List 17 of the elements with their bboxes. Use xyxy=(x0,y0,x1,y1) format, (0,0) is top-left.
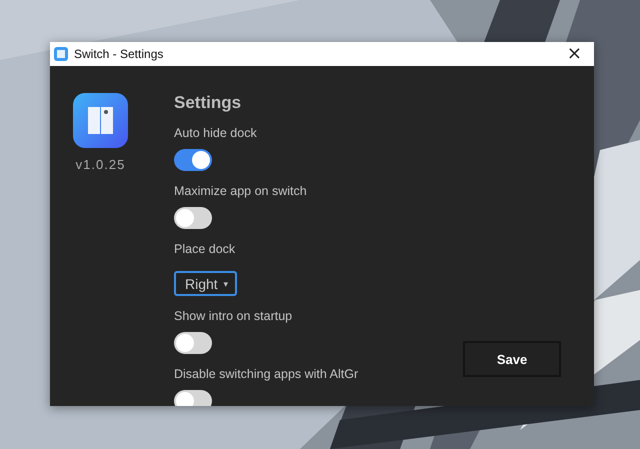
toggle-switch[interactable] xyxy=(174,149,212,171)
close-button[interactable]: × xyxy=(560,45,588,63)
window-title: Switch - Settings xyxy=(74,47,164,61)
toggle-switch[interactable] xyxy=(174,390,212,406)
dock-select[interactable]: Right ▾ xyxy=(174,271,237,296)
save-button[interactable]: Save xyxy=(463,341,561,377)
settings-heading: Settings xyxy=(174,93,242,113)
toggle-switch[interactable] xyxy=(174,207,212,229)
setting-label: Maximize app on switch xyxy=(174,184,307,198)
setting-label: Auto hide dock xyxy=(174,126,257,140)
setting-label: Disable switching apps with AltGr xyxy=(174,367,358,381)
setting-label: Show intro on startup xyxy=(174,309,292,323)
app-icon xyxy=(73,93,128,148)
app-icon xyxy=(54,47,68,61)
setting-label: Place dock xyxy=(174,242,236,256)
version-label: v1.0.25 xyxy=(76,157,126,172)
toggle-switch[interactable] xyxy=(174,332,212,354)
